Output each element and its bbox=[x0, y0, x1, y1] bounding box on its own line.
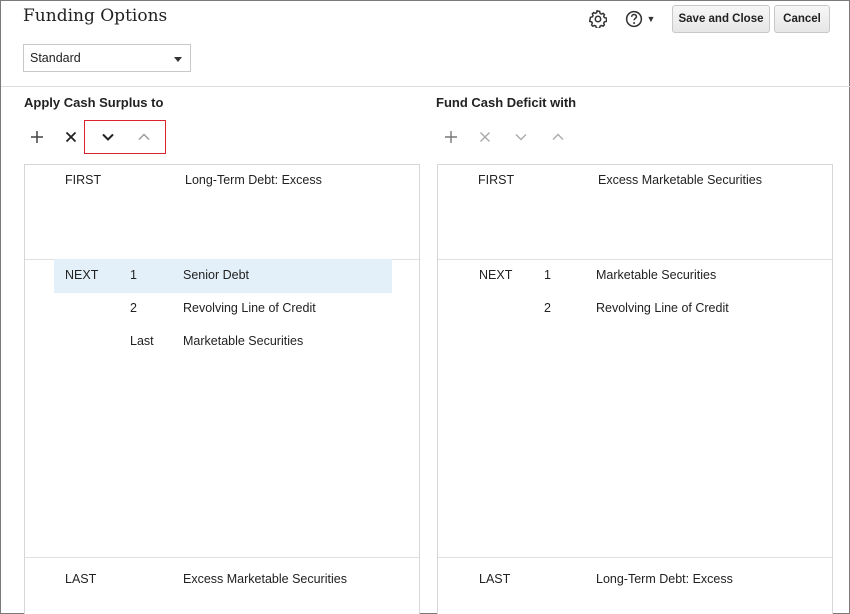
section-separator bbox=[438, 557, 832, 558]
first-label: FIRST bbox=[65, 173, 102, 187]
scenario-select[interactable]: Standard bbox=[23, 44, 191, 72]
row-item: Marketable Securities bbox=[596, 268, 717, 282]
first-label: FIRST bbox=[478, 173, 515, 187]
apply-cash-surplus-title: Apply Cash Surplus to bbox=[24, 95, 164, 110]
move-up-icon[interactable] bbox=[546, 127, 570, 147]
help-menu[interactable]: ▼ bbox=[622, 9, 658, 29]
help-icon bbox=[625, 10, 642, 28]
next-label: NEXT bbox=[479, 268, 513, 282]
row-order: 2 bbox=[130, 301, 137, 315]
deficit-panel: FIRST Excess Marketable Securities NEXT … bbox=[437, 164, 833, 614]
row-item: Revolving Line of Credit bbox=[183, 301, 316, 315]
row-item: Marketable Securities bbox=[183, 334, 304, 348]
chevron-down-icon: ▼ bbox=[646, 14, 656, 24]
next-label: NEXT bbox=[65, 268, 99, 282]
row-item: Senior Debt bbox=[183, 268, 250, 282]
dropdown-arrow-icon bbox=[174, 57, 182, 62]
move-down-icon[interactable] bbox=[509, 127, 533, 147]
row-order: 1 bbox=[544, 268, 551, 282]
header-divider bbox=[1, 86, 850, 87]
row-order: Last bbox=[130, 334, 154, 348]
reorder-highlight-box bbox=[84, 120, 166, 154]
last-label: LAST bbox=[479, 572, 511, 586]
add-icon[interactable] bbox=[25, 127, 49, 147]
row-order: 2 bbox=[544, 301, 551, 315]
row-item: Revolving Line of Credit bbox=[596, 301, 729, 315]
remove-icon[interactable] bbox=[473, 127, 497, 147]
surplus-panel: FIRST Long-Term Debt: Excess NEXT 1 Seni… bbox=[24, 164, 420, 614]
cancel-button[interactable]: Cancel bbox=[774, 5, 830, 33]
last-item: Excess Marketable Securities bbox=[183, 572, 347, 586]
remove-icon[interactable] bbox=[59, 127, 83, 147]
add-icon[interactable] bbox=[439, 127, 463, 147]
dialog-frame: Funding Options ▼ Save and Close Cancel … bbox=[0, 0, 850, 614]
last-item: Long-Term Debt: Excess bbox=[596, 572, 733, 586]
first-item: Excess Marketable Securities bbox=[598, 173, 762, 187]
section-separator bbox=[25, 557, 419, 558]
fund-cash-deficit-title: Fund Cash Deficit with bbox=[436, 95, 577, 110]
row-order: 1 bbox=[130, 268, 137, 282]
gear-icon[interactable] bbox=[588, 9, 608, 29]
section-separator bbox=[438, 259, 832, 260]
scenario-select-value: Standard bbox=[30, 51, 81, 65]
page-title: Funding Options bbox=[23, 6, 168, 26]
first-item: Long-Term Debt: Excess bbox=[185, 173, 322, 187]
save-and-close-button[interactable]: Save and Close bbox=[672, 5, 770, 33]
last-label: LAST bbox=[65, 572, 97, 586]
